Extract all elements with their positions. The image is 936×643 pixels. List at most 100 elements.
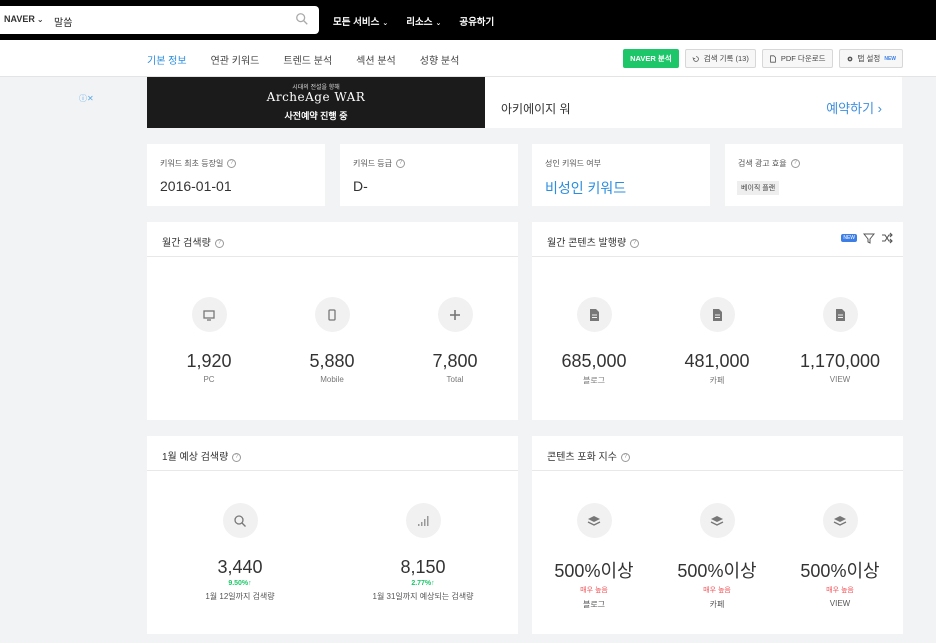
panel-monthly-content: 월간 콘텐츠 발행량? NEW 685,000 블로그 481,000 카페 1… bbox=[532, 222, 903, 420]
panel-forecast-search: 1월 예상 검색량? 3,440 9.50%↑ 1월 12일까지 검색량 8,1… bbox=[147, 436, 518, 634]
tab-related-keywords[interactable]: 연관 키워드 bbox=[211, 52, 260, 67]
help-icon[interactable]: ? bbox=[630, 238, 640, 248]
naver-analysis-button[interactable]: NAVER 분석 bbox=[623, 49, 679, 68]
new-badge: NEW bbox=[884, 55, 896, 62]
ad-card[interactable]: 시대의 전설을 향해 ArcheAge WAR 사전예약 진행 중 아키에이지 … bbox=[147, 77, 902, 128]
file-icon bbox=[770, 54, 776, 63]
help-icon[interactable]: ? bbox=[790, 159, 800, 169]
engine-select[interactable]: NAVER ⌄ bbox=[4, 14, 44, 24]
plus-icon bbox=[437, 297, 473, 332]
stat-value: 481,000 bbox=[684, 351, 750, 371]
pdf-download-label: PDF 다운로드 bbox=[780, 54, 826, 63]
stat-label: 블로그 bbox=[582, 600, 606, 609]
nav-share[interactable]: 공유하기 bbox=[459, 14, 494, 28]
stat-value: 5,880 bbox=[309, 351, 355, 371]
tab-basic-info[interactable]: 기본 정보 bbox=[147, 52, 187, 67]
document-icon bbox=[699, 297, 735, 332]
info-label: 검색 광고 효율? bbox=[738, 158, 800, 169]
stat-value: 1,170,000 bbox=[799, 351, 881, 371]
info-card-keyword-grade: 키워드 등급? D- bbox=[340, 144, 518, 206]
stat-label: 1월 12일까지 검색량 bbox=[205, 592, 275, 601]
layers-icon bbox=[822, 503, 858, 538]
info-label-text: 성인 키워드 여부 bbox=[545, 159, 601, 168]
toolbar-actions: NAVER 분석 검색 기록 (13) PDF 다운로드 탭 설정 NEW bbox=[623, 49, 903, 68]
top-bar: NAVER ⌄ 말씀 모든 서비스 ⌄ 리소스 ⌄ 공유하기 bbox=[0, 0, 936, 40]
stat-total: 7,800 Total bbox=[393, 297, 517, 384]
chevron-down-icon: ⌄ bbox=[36, 15, 44, 24]
stat-value: 7,800 bbox=[432, 351, 478, 371]
stat-value: 1,920 bbox=[186, 351, 232, 371]
info-value: 2016-01-01 bbox=[160, 178, 232, 194]
layers-icon bbox=[699, 503, 735, 538]
info-label-text: 키워드 등급 bbox=[353, 159, 393, 168]
stat-label: VIEW bbox=[829, 375, 851, 384]
stat-search-forecast: 8,150 2.77%↑ 1월 31일까지 예상되는 검색량 bbox=[353, 503, 493, 602]
stat-blog-saturation: 500%이상 매우 높음 블로그 bbox=[532, 503, 656, 610]
filter-icon[interactable] bbox=[863, 232, 875, 244]
panel-header: 월간 콘텐츠 발행량? NEW bbox=[532, 222, 903, 257]
shuffle-icon[interactable] bbox=[881, 232, 893, 244]
tab-list: 기본 정보 연관 키워드 트렌드 분석 섹션 분석 성향 분석 bbox=[147, 52, 459, 67]
stat-change: 2.77%↑ bbox=[411, 580, 435, 587]
stat-level: 매우 높음 bbox=[703, 587, 731, 594]
mobile-icon bbox=[314, 297, 350, 332]
ad-banner-image[interactable]: 시대의 전설을 향해 ArcheAge WAR 사전예약 진행 중 bbox=[147, 77, 485, 128]
help-icon[interactable]: ? bbox=[214, 238, 224, 248]
panel-title-text: 월간 콘텐츠 발행량 bbox=[547, 238, 627, 249]
panel-tools: NEW bbox=[841, 232, 893, 244]
info-card-first-appearance: 키워드 최초 등장일? 2016-01-01 bbox=[147, 144, 325, 206]
stat-pc: 1,920 PC bbox=[147, 297, 271, 384]
stat-mobile: 5,880 Mobile bbox=[270, 297, 394, 384]
panel-header: 월간 검색량? bbox=[147, 222, 518, 257]
stat-level: 매우 높음 bbox=[826, 587, 854, 594]
nav-label: 모든 서비스 bbox=[333, 17, 380, 28]
help-icon[interactable]: ? bbox=[396, 159, 406, 169]
ad-reserve-link[interactable]: 예약하기 › bbox=[826, 98, 882, 117]
info-label: 키워드 등급? bbox=[353, 158, 406, 169]
help-icon[interactable]: ? bbox=[227, 159, 237, 169]
ad-choices-icon[interactable]: ⓘ✕ bbox=[79, 93, 94, 104]
stat-label: 1월 31일까지 예상되는 검색량 bbox=[372, 592, 474, 601]
history-icon bbox=[692, 55, 699, 62]
info-label-text: 키워드 최초 등장일 bbox=[160, 159, 224, 168]
info-value: D- bbox=[353, 178, 368, 194]
search-icon[interactable] bbox=[295, 12, 309, 26]
panel-header: 콘텐츠 포화 지수? bbox=[532, 436, 903, 471]
engine-label: NAVER bbox=[4, 14, 35, 24]
stat-cafe-saturation: 500%이상 매우 높음 카페 bbox=[655, 503, 779, 610]
signal-icon bbox=[405, 503, 441, 538]
stat-value: 8,150 bbox=[400, 557, 446, 577]
ad-banner-cta: 사전예약 진행 중 bbox=[284, 111, 348, 121]
tab-settings-button[interactable]: 탭 설정 NEW bbox=[838, 49, 903, 68]
info-label: 키워드 최초 등장일? bbox=[160, 158, 237, 169]
panel-title: 월간 검색량? bbox=[162, 234, 224, 249]
stat-change: 9.50%↑ bbox=[228, 580, 252, 587]
search-history-button[interactable]: 검색 기록 (13) bbox=[684, 49, 756, 68]
nav-all-services[interactable]: 모든 서비스 ⌄ bbox=[333, 14, 388, 28]
panel-title: 콘텐츠 포화 지수? bbox=[547, 448, 630, 463]
ad-title[interactable]: 아키에이지 워 bbox=[501, 100, 571, 117]
search-history-label: 검색 기록 (13) bbox=[703, 54, 749, 63]
plan-badge: 베이직 플랜 bbox=[737, 181, 780, 195]
help-icon[interactable]: ? bbox=[620, 452, 630, 462]
sub-nav: 기본 정보 연관 키워드 트렌드 분석 섹션 분석 성향 분석 NAVER 분석… bbox=[0, 40, 936, 77]
stat-search-to-date: 3,440 9.50%↑ 1월 12일까지 검색량 bbox=[178, 503, 302, 602]
search-input[interactable]: 말씀 bbox=[54, 14, 72, 29]
search-box[interactable]: NAVER ⌄ 말씀 bbox=[0, 6, 319, 34]
tab-section-analysis[interactable]: 섹션 분석 bbox=[356, 52, 396, 67]
help-icon[interactable]: ? bbox=[232, 452, 242, 462]
panel-monthly-search: 월간 검색량? 1,920 PC 5,880 Mobile 7,800 Tota… bbox=[147, 222, 518, 420]
panel-title: 월간 콘텐츠 발행량? bbox=[547, 234, 640, 249]
info-card-adult-keyword: 성인 키워드 여부 비성인 키워드 bbox=[532, 144, 710, 206]
stat-value: 3,440 bbox=[217, 557, 263, 577]
ad-banner-logo: ArcheAge WAR bbox=[266, 90, 366, 104]
gear-icon bbox=[847, 56, 852, 61]
pdf-download-button[interactable]: PDF 다운로드 bbox=[761, 49, 833, 68]
stat-blog: 685,000 블로그 bbox=[532, 297, 656, 386]
tab-settings-label: 탭 설정 bbox=[857, 54, 881, 63]
tab-trend-analysis[interactable]: 트렌드 분석 bbox=[283, 52, 332, 67]
tab-tendency-analysis[interactable]: 성향 분석 bbox=[420, 52, 460, 67]
panel-header: 1월 예상 검색량? bbox=[147, 436, 518, 471]
nav-resources[interactable]: 리소스 ⌄ bbox=[406, 14, 441, 28]
document-icon bbox=[822, 297, 858, 332]
